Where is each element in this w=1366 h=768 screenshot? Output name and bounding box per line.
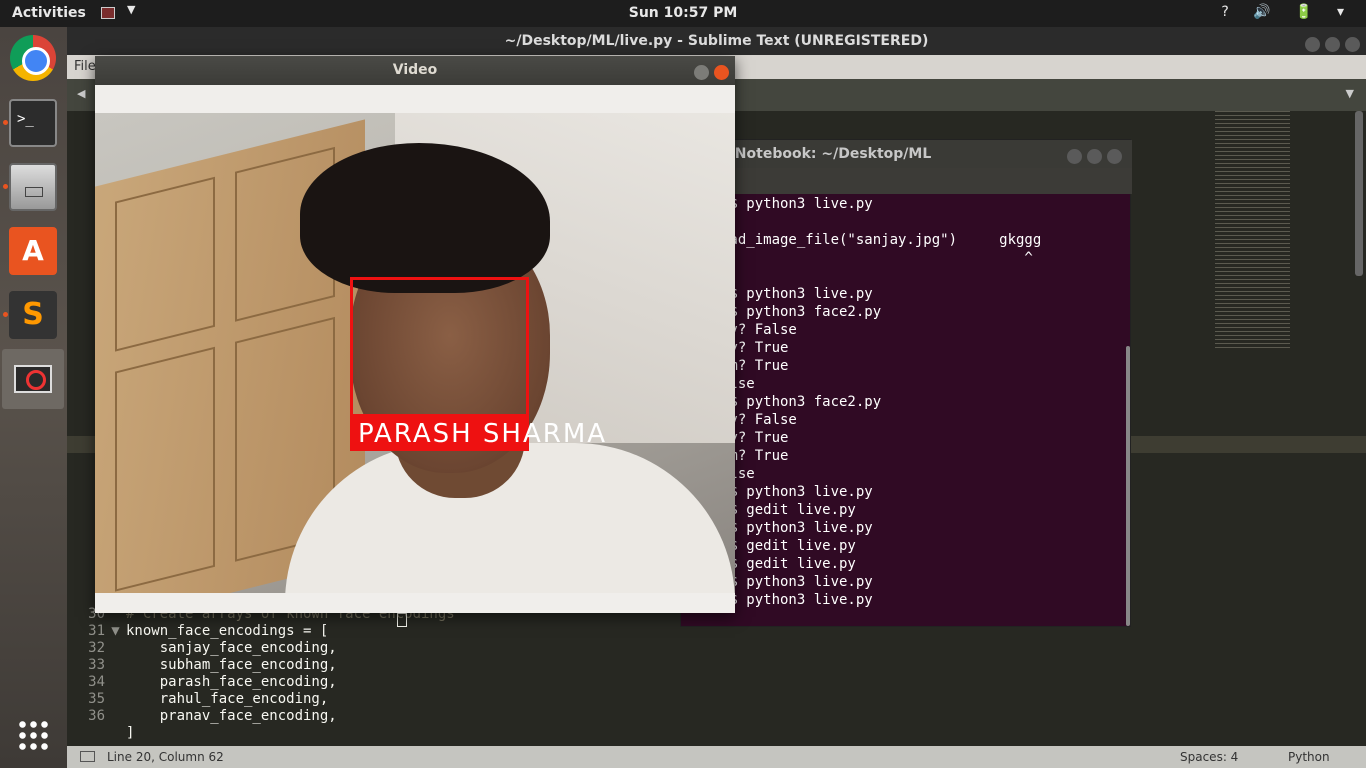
code-text: subham_face_encoding, (126, 657, 337, 673)
terminal-output[interactable]: :$ python3 live.py oad_image_file("sanjay… (681, 194, 1132, 628)
terminal-line: :$ python3 live.py (721, 574, 873, 590)
video-window[interactable]: Video PARASH SHARMA (95, 56, 735, 613)
terminal-menu-bar (681, 168, 1132, 194)
code-text: pranav_face_encoding, (126, 708, 337, 724)
sublime-window-title: ~/Desktop/ML/live.py - Sublime Text (UNR… (504, 33, 929, 49)
terminal-scrollbar[interactable] (1126, 346, 1130, 626)
code-text: ] (126, 725, 135, 741)
show-apps-icon[interactable] (17, 719, 49, 751)
chrome-icon[interactable] (10, 35, 56, 81)
face-label: PARASH SHARMA (358, 419, 608, 449)
close-icon[interactable] (1345, 37, 1360, 52)
minimap[interactable] (1215, 111, 1290, 351)
maximize-icon[interactable] (1325, 37, 1340, 52)
close-icon[interactable] (1107, 149, 1122, 164)
top-bar: Activities ▼ Sun 10:57 PM ? 🔊 🔋 ▾ (0, 0, 1366, 27)
terminal-icon[interactable]: >_ (9, 99, 57, 147)
line-number: 31 (88, 623, 105, 639)
status-bar: Line 20, Column 62 Spaces: 4 Python (67, 746, 1366, 768)
terminal-line: :$ python3 live.py (721, 592, 873, 608)
maximize-icon[interactable] (1087, 149, 1102, 164)
terminal-title-bar: -Notebook: ~/Desktop/ML (681, 140, 1132, 168)
code-text: known_face_encodings = [ (126, 623, 329, 639)
syntax-setting[interactable]: Python (1288, 750, 1330, 764)
cupboard-panel (115, 176, 215, 352)
indentation-setting[interactable]: Spaces: 4 (1180, 750, 1238, 764)
line-number: 34 (88, 674, 105, 690)
running-indicator (3, 184, 8, 189)
video-window-title: Video (392, 62, 438, 78)
terminal-line: :$ python3 live.py (721, 286, 873, 302)
terminal-title: -Notebook: ~/Desktop/ML (729, 146, 932, 162)
terminal-line: oad_image_file("sanjay.jpg") gkggg (721, 232, 1042, 248)
terminal-line: :$ python3 live.py (721, 196, 873, 212)
code-line: 33 subham_face_encoding, (67, 657, 337, 674)
code-line: 34 parash_face_encoding, (67, 674, 337, 691)
terminal-line: :$ gedit live.py (721, 538, 856, 554)
system-tray[interactable]: ? 🔊 🔋 ▾ (1221, 4, 1354, 20)
minimize-icon[interactable] (1067, 149, 1082, 164)
code-text: parash_face_encoding, (126, 674, 337, 690)
tab-list-icon[interactable]: ▼ (1346, 87, 1354, 100)
editor-scrollbar[interactable] (1355, 111, 1363, 276)
code-line: ] (67, 725, 134, 742)
code-line: 35 rahul_face_encoding, (67, 691, 328, 708)
window-controls (689, 62, 729, 91)
terminal-line: :$ python3 face2.py (721, 304, 882, 320)
tab-scroll-left-icon[interactable]: ◀ (77, 87, 85, 100)
close-icon[interactable] (714, 65, 729, 80)
code-line: 36 pranav_face_encoding, (67, 708, 337, 725)
terminal-line: ^ (721, 250, 1033, 266)
minimize-icon[interactable] (694, 65, 709, 80)
sublime-title-bar: ~/Desktop/ML/live.py - Sublime Text (UNR… (67, 27, 1366, 55)
sublime-text-icon[interactable]: S (9, 291, 57, 339)
menu-file[interactable]: File (74, 59, 96, 74)
video-window-icon[interactable] (2, 349, 64, 409)
line-number: 33 (88, 657, 105, 673)
cupboard-panel (115, 346, 215, 592)
webcam-frame: PARASH SHARMA (95, 113, 735, 593)
line-number: 32 (88, 640, 105, 656)
terminal-line: :$ python3 live.py (721, 520, 873, 536)
dock: >_ A S (0, 27, 67, 768)
minimize-icon[interactable] (1305, 37, 1320, 52)
no-entry-icon (14, 365, 52, 393)
code-line: 31 ▼ known_face_encodings = [ (67, 623, 328, 640)
terminal-line: :$ python3 face2.py (721, 394, 882, 410)
line-number: 35 (88, 691, 105, 707)
terminal-line: :$ python3 live.py (721, 484, 873, 500)
fold-marker[interactable]: ▼ (105, 623, 126, 640)
files-icon[interactable] (9, 163, 57, 211)
clock[interactable]: Sun 10:57 PM (0, 5, 1366, 21)
panel-toggle-icon[interactable] (80, 751, 95, 762)
terminal-line: :$ gedit live.py (721, 502, 856, 518)
running-indicator (3, 312, 8, 317)
cursor-position: Line 20, Column 62 (107, 750, 224, 764)
running-indicator (3, 120, 8, 125)
video-title-bar: Video (95, 56, 735, 85)
text-cursor (397, 613, 407, 627)
terminal-window[interactable]: -Notebook: ~/Desktop/ML :$ python3 live.… (680, 139, 1132, 628)
code-text: sanjay_face_encoding, (126, 640, 337, 656)
software-store-icon[interactable]: A (9, 227, 57, 275)
line-number: 36 (88, 708, 105, 724)
desktop: Activities ▼ Sun 10:57 PM ? 🔊 🔋 ▾ >_ A S… (0, 0, 1366, 768)
terminal-line: :$ gedit live.py (721, 556, 856, 572)
code-line: 32 sanjay_face_encoding, (67, 640, 337, 657)
code-text: rahul_face_encoding, (126, 691, 329, 707)
